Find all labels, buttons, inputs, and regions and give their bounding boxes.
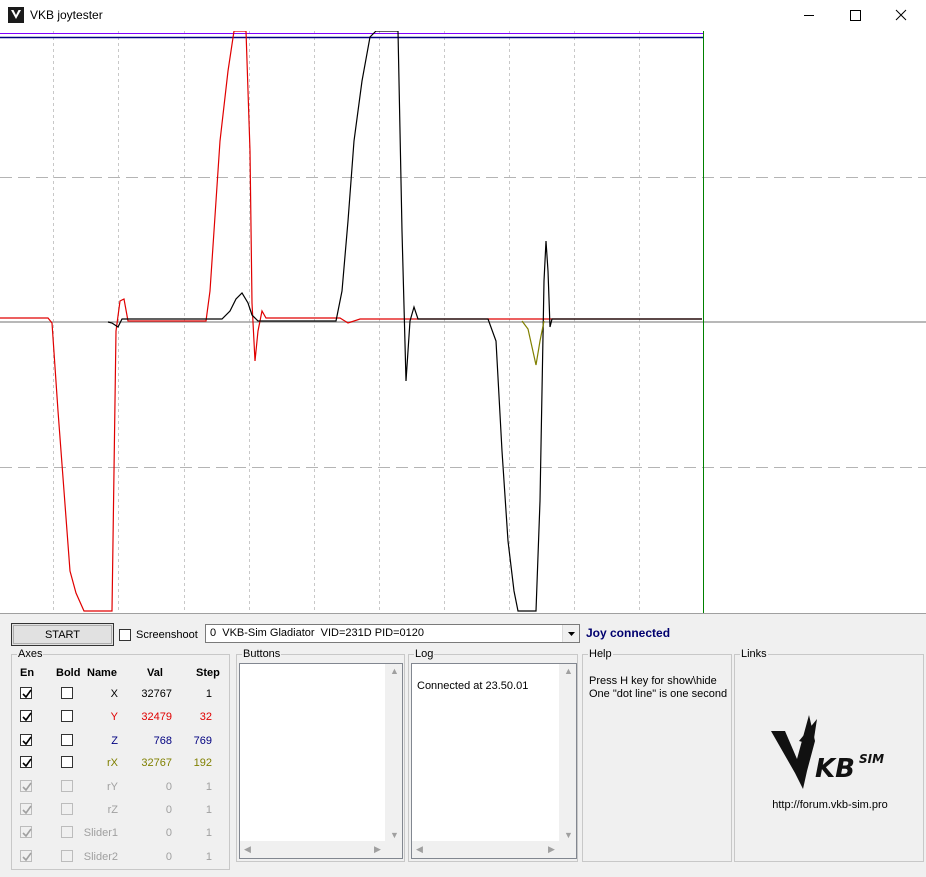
- maximize-button[interactable]: [832, 0, 878, 31]
- axis-step: 32: [199, 711, 212, 723]
- scroll-down-icon: ▼: [564, 830, 573, 840]
- maximize-icon: [850, 10, 861, 21]
- axis-name: Slider2: [83, 851, 118, 863]
- chevron-down-icon: [568, 632, 575, 636]
- axis-value: 0: [165, 827, 172, 839]
- name-header: Name: [87, 667, 117, 679]
- window-title: VKB joytester: [30, 8, 103, 22]
- log-hscroll[interactable]: ◀ ▶: [412, 841, 576, 858]
- axis-step: 1: [205, 851, 212, 863]
- svg-text:KB: KB: [815, 754, 855, 784]
- help-group: Help Press H key for show\hide One "dot …: [582, 648, 732, 862]
- buttons-group-title: Buttons: [242, 648, 282, 660]
- minimize-button[interactable]: [786, 0, 832, 31]
- scroll-right-icon: ▶: [548, 844, 555, 854]
- start-button[interactable]: START: [11, 623, 114, 646]
- axes-group: Axes En Bold Name Val Step X 32767 1 Y 32479…: [11, 648, 230, 870]
- scroll-down-icon: ▼: [390, 830, 399, 840]
- vkb-sim-logo: KB SIM: [771, 715, 884, 789]
- axis-name: X: [110, 688, 118, 700]
- axis-value: 32479: [141, 711, 172, 723]
- axis-name: Y: [110, 711, 118, 723]
- axis-step: 1: [205, 827, 212, 839]
- axis-value: 768: [153, 735, 172, 747]
- title-bar: VKB joytester: [0, 0, 926, 31]
- scroll-left-icon: ◀: [244, 844, 251, 854]
- help-text: Press H key for show\hide One "dot line"…: [589, 675, 727, 701]
- minimize-icon: [804, 15, 814, 16]
- scroll-left-icon: ◀: [416, 844, 423, 854]
- device-select[interactable]: 0 VKB-Sim Gladiator VID=231D PID=0120: [205, 624, 580, 643]
- log-entry: Connected at 23.50.01: [417, 680, 529, 692]
- axes-group-title: Axes: [17, 648, 44, 660]
- rx-axis-trace: [521, 320, 545, 366]
- screenshoot-label: Screenshoot: [136, 629, 198, 641]
- axis-name: rZ: [107, 804, 118, 816]
- axis-plot: [0, 31, 926, 613]
- log-group: Log Connected at 23.50.01 ▲ ▼ ◀ ▶: [408, 648, 578, 862]
- axis-enable-checkbox[interactable]: [20, 734, 32, 746]
- axis-plot-area: [0, 31, 926, 613]
- control-panel: START Screenshoot 0 VKB-Sim Gladiator VI…: [0, 613, 926, 877]
- dropdown-button[interactable]: [562, 625, 579, 642]
- axis-name: rX: [107, 757, 118, 769]
- val-header: Val: [147, 667, 163, 679]
- connection-status: Joy connected: [586, 626, 671, 640]
- axis-value: 0: [165, 781, 172, 793]
- scroll-right-icon: ▶: [374, 844, 381, 854]
- axis-step: 192: [193, 757, 212, 769]
- axis-value: 0: [165, 804, 172, 816]
- axis-name: Slider1: [83, 827, 118, 839]
- buttons-list[interactable]: ▲ ▼ ◀ ▶: [239, 663, 403, 859]
- axis-name: Z: [111, 735, 118, 747]
- axis-step: 1: [205, 804, 212, 816]
- y-axis-trace: [0, 31, 702, 612]
- log-vscroll[interactable]: ▲ ▼: [559, 664, 576, 842]
- links-group-title: Links: [740, 648, 768, 660]
- axis-enable-checkbox[interactable]: [20, 756, 32, 768]
- axis-step: 769: [193, 735, 212, 747]
- axis-value: 32767: [141, 688, 172, 700]
- axis-name: rY: [107, 781, 118, 793]
- axis-value: 0: [165, 851, 172, 863]
- help-line: Press H key for show\hide: [589, 675, 717, 687]
- help-group-title: Help: [588, 648, 613, 660]
- axis-step: 1: [205, 781, 212, 793]
- screenshoot-checkbox[interactable]: [119, 629, 131, 641]
- axis-value: 32767: [141, 757, 172, 769]
- forum-link[interactable]: http://forum.vkb-sim.pro: [735, 799, 925, 811]
- step-header: Step: [196, 667, 220, 679]
- axis-enable-checkbox[interactable]: [20, 710, 32, 722]
- log-list[interactable]: Connected at 23.50.01 ▲ ▼ ◀ ▶: [411, 663, 577, 859]
- axis-enable-checkbox: [20, 826, 32, 838]
- close-button[interactable]: [878, 0, 924, 31]
- svg-text:SIM: SIM: [859, 752, 884, 766]
- en-header: En: [20, 667, 35, 679]
- bold-header: Bold: [56, 667, 81, 679]
- links-group: Links KB SIM http://forum.vkb-sim.pro: [734, 648, 925, 862]
- axis-enable-checkbox: [20, 850, 32, 862]
- buttons-hscroll[interactable]: ◀ ▶: [240, 841, 402, 858]
- axis-enable-checkbox: [20, 803, 32, 815]
- log-group-title: Log: [414, 648, 435, 660]
- device-select-value: 0 VKB-Sim Gladiator VID=231D PID=0120: [210, 627, 424, 639]
- close-icon: [895, 9, 907, 21]
- scroll-up-icon: ▲: [564, 666, 573, 676]
- buttons-vscroll[interactable]: ▲ ▼: [385, 664, 402, 842]
- axis-enable-checkbox[interactable]: [20, 687, 32, 699]
- help-line: One "dot line" is one second: [589, 688, 728, 700]
- scroll-up-icon: ▲: [390, 666, 399, 676]
- buttons-group: Buttons ▲ ▼ ◀ ▶: [236, 648, 405, 862]
- axis-step: 1: [205, 688, 212, 700]
- axis-enable-checkbox: [20, 780, 32, 792]
- vkb-app-icon: [8, 7, 24, 23]
